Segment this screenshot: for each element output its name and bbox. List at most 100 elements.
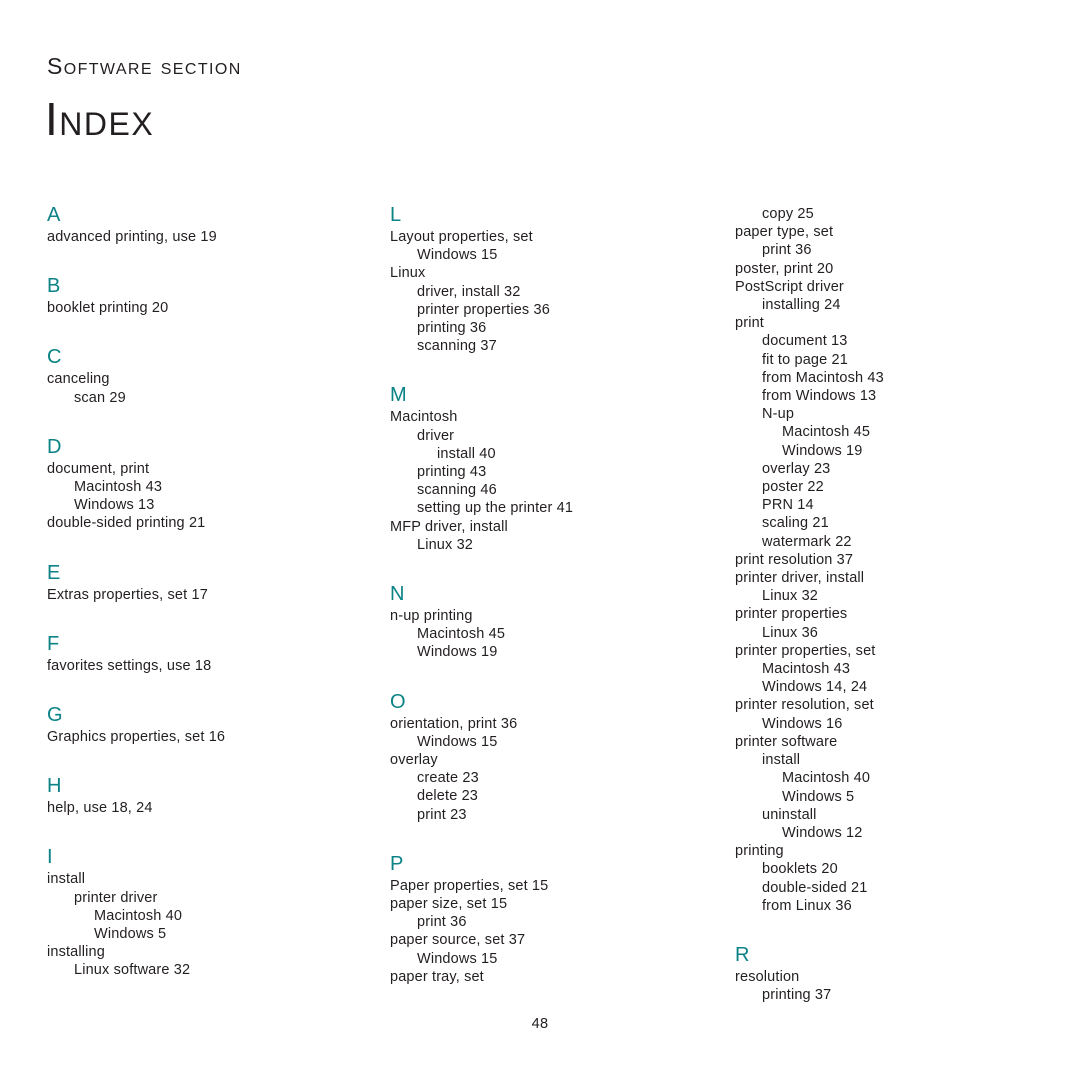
- index-subentry: printer properties 36: [417, 301, 550, 318]
- index-subentry: delete 23: [417, 788, 479, 805]
- index-entry: double-sided printing 21: [47, 515, 206, 532]
- index-subentry: setting up the printer 41: [417, 500, 574, 517]
- index-subentry: scan 29: [74, 389, 126, 406]
- index-letter-heading: A: [47, 204, 61, 226]
- index-subentry: print 23: [417, 806, 467, 823]
- index-letter-heading: I: [47, 846, 53, 869]
- index-group-p: P Paper properties, set 15 paper size, set…: [390, 854, 690, 986]
- index-entry: paper size, set 15: [390, 896, 508, 913]
- index-subentry: install: [762, 752, 801, 769]
- index-entry: PostScript driver: [735, 278, 844, 295]
- index-subentry: driver: [417, 427, 455, 444]
- index-group-c: Ccanceling scan 29: [47, 347, 347, 406]
- index-subentry: overlay 23: [762, 460, 831, 477]
- index-entry: printer resolution, set: [735, 697, 874, 714]
- index-group-b: Bbooklet printing 20: [47, 276, 347, 317]
- index-entry: poster, print 20: [735, 260, 834, 277]
- index-entry: print resolution 37: [735, 551, 854, 568]
- index-subentry: copy 25: [762, 206, 814, 222]
- index-entry: n-up printing: [390, 608, 473, 625]
- index-subentry: printing 43: [417, 464, 487, 481]
- index-group-m: M Macintosh driver install 40 printing 43 sca…: [390, 385, 690, 554]
- index-subentry: watermark 22: [762, 533, 852, 550]
- index-entry: installing: [47, 944, 105, 961]
- index-subentry: scanning 46: [417, 482, 497, 499]
- index-subentry: scaling 21: [762, 515, 829, 532]
- index-entry: orientation, print 36: [390, 715, 518, 732]
- index-letter-heading: G: [47, 704, 63, 727]
- index-entry: Layout properties, set: [390, 229, 533, 245]
- index-subentry: Windows 15: [417, 950, 498, 967]
- index-letter-heading: P: [390, 852, 404, 875]
- index-subentry: Windows 15: [417, 733, 498, 750]
- page-number: 48: [531, 1016, 549, 1032]
- index-subentry: poster 22: [762, 479, 824, 496]
- index-letter-heading: L: [390, 204, 402, 226]
- index-subentry: print 36: [417, 914, 467, 931]
- index-entry: printer properties, set: [735, 642, 876, 659]
- index-subentry: Windows 19: [782, 442, 863, 459]
- index-subentry: Macintosh 43: [74, 479, 163, 496]
- index-subentry: Windows 13: [74, 497, 155, 514]
- index-subentry: Windows 16: [762, 715, 843, 732]
- index-subentry: printing 36: [417, 320, 487, 337]
- index-subentry: install 40: [437, 445, 496, 462]
- index-subentry: Windows 19: [417, 644, 498, 661]
- index-letter-heading: C: [47, 346, 62, 369]
- index-subentry: Macintosh 45: [417, 626, 506, 643]
- index-entry: printer properties: [735, 606, 848, 623]
- index-subentry: Linux 36: [762, 624, 819, 641]
- index-group-a: Aadvanced printing, use 19: [47, 205, 347, 246]
- index-subentry: booklets 20: [762, 861, 838, 878]
- index-letter-heading: O: [390, 690, 406, 713]
- index-subentry: Windows 12: [782, 824, 863, 841]
- index-subentry: Windows 15: [417, 247, 498, 264]
- index-subentry: from Macintosh 43: [762, 369, 884, 386]
- index-group-d: Ddocument, print Macintosh 43 Windows 13 do…: [47, 437, 347, 533]
- index-subentry: Windows 14, 24: [762, 679, 868, 696]
- index-group-f: Ffavorites settings, use 18: [47, 634, 347, 675]
- index-group-g: G Graphics properties, set 16: [47, 705, 347, 746]
- index-entry: paper type, set: [735, 224, 834, 241]
- index-entry: overlay: [390, 752, 438, 769]
- index-letter-heading: H: [47, 775, 62, 798]
- index-letter-heading: E: [47, 561, 61, 584]
- index-letter-heading: B: [47, 275, 61, 298]
- section-kicker: Software section: [47, 53, 242, 79]
- index-entry: printer driver, install: [735, 570, 865, 587]
- index-entry: favorites settings, use 18: [47, 657, 212, 674]
- index-subentry: fit to page 21: [762, 351, 848, 368]
- index-letter-heading: M: [390, 384, 407, 407]
- index-letter-heading: F: [47, 632, 60, 655]
- index-entry: print: [735, 315, 764, 332]
- index-entry: canceling: [47, 371, 110, 388]
- index-entry: Graphics properties, set 16: [47, 729, 226, 746]
- index-column-1: Aadvanced printing, use 19 Bbooklet print…: [47, 205, 347, 980]
- index-subentry: N-up: [762, 406, 795, 423]
- index-subentry: Windows 5: [782, 788, 855, 805]
- index-subentry: Macintosh 45: [782, 424, 871, 441]
- index-letter-heading: N: [390, 583, 405, 606]
- index-entry: resolution: [735, 968, 800, 985]
- index-entry: printer software: [735, 733, 838, 750]
- index-subentry: Macintosh 40: [94, 907, 183, 924]
- index-subentry: Linux 32: [762, 588, 819, 605]
- index-subentry: Windows 5: [94, 926, 167, 943]
- index-subentry: PRN 14: [762, 497, 814, 514]
- index-group-h: Hhelp, use 18, 24: [47, 776, 347, 817]
- index-subentry: from Linux 36: [762, 897, 852, 914]
- page-title: Index: [45, 93, 155, 145]
- index-group-o: Oorientation, print 36 Windows 15 overlay c…: [390, 692, 690, 824]
- index-group-i: Iinstall printer driver Macintosh 40 Window…: [47, 847, 347, 979]
- index-group-l: L Layout properties, set Windows 15 Linux dr…: [390, 205, 690, 355]
- index-entry: printing: [735, 843, 784, 860]
- index-subentry: scanning 37: [417, 338, 497, 355]
- index-group-n: Nn-up printing Macintosh 45 Windows 19: [390, 584, 690, 662]
- index-subentry: Macintosh 43: [762, 661, 851, 678]
- index-entry: paper tray, set: [390, 968, 484, 985]
- index-group-e: E Extras properties, set 17: [47, 563, 347, 604]
- index-subentry: printing 37: [762, 987, 832, 1004]
- index-entry: MFP driver, install: [390, 518, 508, 535]
- index-column-2: L Layout properties, set Windows 15 Linux dr…: [390, 205, 690, 986]
- index-subentry: from Windows 13: [762, 388, 877, 405]
